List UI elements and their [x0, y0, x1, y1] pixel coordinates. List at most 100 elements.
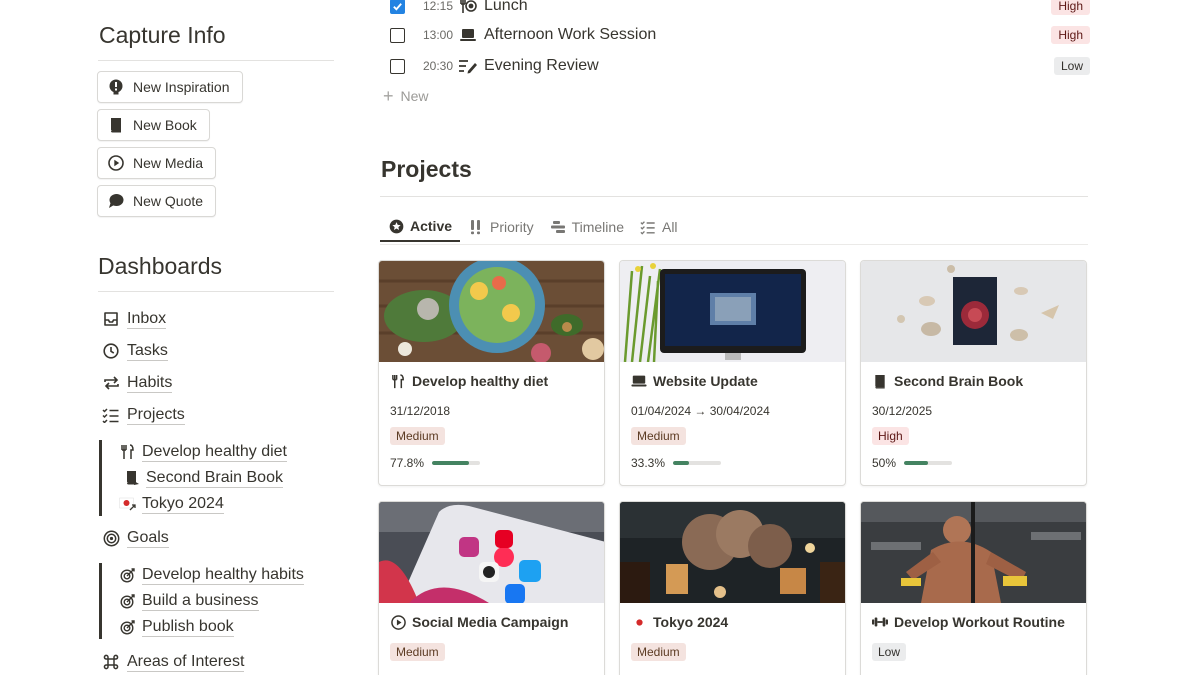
progress-label: 77.8% — [390, 456, 425, 470]
task-time: 13:00 — [423, 28, 454, 42]
new-inspiration-button[interactable]: New Inspiration — [97, 71, 243, 103]
divider — [380, 244, 1088, 245]
priority-badge: Low — [1053, 57, 1090, 75]
speech-bubble-icon — [108, 193, 124, 209]
sublink-build-a-business[interactable]: Build a business — [119, 590, 259, 612]
button-label: New Media — [133, 155, 204, 171]
sublink-tokyo-2024[interactable]: Tokyo 2024 — [119, 493, 224, 515]
sublink-label: Develop healthy diet — [142, 443, 287, 462]
priority-badge: Medium — [631, 427, 686, 445]
japan-flag-icon — [119, 495, 137, 513]
sublink-second-brain-book[interactable]: Second Brain Book — [123, 467, 283, 489]
new-media-button[interactable]: New Media — [97, 147, 217, 179]
project-card-website-update[interactable]: Website Update 01/04/2024 → 30/04/2024 M… — [619, 260, 846, 486]
priority-badge: High — [1051, 26, 1090, 44]
card-date: 31/12/2018 — [390, 404, 451, 418]
card-title: Website Update — [631, 373, 758, 389]
card-title: Develop healthy diet — [390, 373, 548, 389]
project-card-second-brain-book[interactable]: Second Brain Book 30/12/2025 High 50% — [860, 260, 1087, 486]
card-date: 01/04/2024 → 30/04/2024 — [631, 404, 770, 418]
dashboard-link-areas-of-interest[interactable]: Areas of Interest — [102, 651, 245, 673]
card-title-text: Develop Workout Routine — [894, 614, 1065, 630]
command-icon — [102, 653, 120, 671]
book-shells-cover — [861, 261, 1086, 362]
new-quote-button[interactable]: New Quote — [97, 185, 217, 217]
dashboard-link-label: Projects — [127, 406, 185, 425]
task-time: 12:15 — [423, 0, 454, 13]
priority-badge: Medium — [390, 427, 445, 445]
tab-all[interactable]: All — [632, 212, 686, 242]
play-icon — [108, 155, 124, 171]
project-card-tokyo-2024[interactable]: Tokyo 2024 Medium — [619, 501, 846, 675]
progress-bar — [904, 461, 953, 465]
project-card-develop-workout-routine[interactable]: Develop Workout Routine Low — [860, 501, 1087, 675]
task-checkbox[interactable] — [390, 0, 405, 14]
gym-cover — [861, 502, 1086, 603]
tab-label: Timeline — [571, 219, 624, 235]
dashboard-link-label: Goals — [127, 529, 169, 548]
sublink-label: Publish book — [142, 618, 234, 637]
card-title-text: Tokyo 2024 — [653, 614, 729, 630]
task-name[interactable]: Lunch — [484, 0, 528, 15]
utensils-icon — [119, 443, 137, 461]
goal-arrow-icon — [119, 566, 137, 584]
projects-sublist: Develop healthy diet Second Brain Book T… — [99, 440, 287, 516]
dashboard-link-label: Habits — [127, 374, 173, 393]
utensils-icon — [390, 373, 406, 389]
tab-timeline[interactable]: Timeline — [542, 212, 632, 242]
sublink-develop-healthy-diet[interactable]: Develop healthy diet — [119, 441, 287, 463]
tab-label: All — [661, 219, 678, 235]
card-title: Develop Workout Routine — [872, 614, 1065, 630]
progress-label: 33.3% — [631, 456, 666, 470]
dashboard-link-tasks[interactable]: Tasks — [102, 340, 168, 362]
inbox-icon — [102, 310, 120, 328]
tab-label: Priority — [490, 219, 534, 235]
tokyo-street-cover — [620, 502, 845, 603]
new-task-button[interactable]: + New — [383, 87, 429, 105]
dashboard-link-habits[interactable]: Habits — [102, 372, 173, 394]
new-label: New — [400, 88, 429, 104]
task-checkbox[interactable] — [390, 27, 405, 43]
sublink-develop-healthy-habits[interactable]: Develop healthy habits — [119, 564, 304, 586]
dashboard-link-label: Inbox — [127, 310, 167, 329]
dashboards-heading: Dashboards — [98, 253, 223, 279]
dashboard-link-goals[interactable]: Goals — [102, 527, 169, 549]
divider — [380, 196, 1088, 197]
dumbbell-icon — [872, 614, 888, 630]
imac-cover — [620, 261, 845, 362]
task-name[interactable]: Afternoon Work Session — [484, 26, 656, 44]
card-title-text: Social Media Campaign — [412, 614, 569, 630]
progress: 50% — [872, 456, 953, 470]
progress: 33.3% — [631, 456, 722, 470]
priority-badge: High — [872, 427, 909, 445]
task-name[interactable]: Evening Review — [484, 57, 599, 75]
priority-badge: High — [1051, 0, 1090, 15]
task-row[interactable]: 13:00 Afternoon Work Session High — [390, 23, 1090, 47]
dashboard-link-projects[interactable]: Projects — [102, 404, 185, 426]
project-card-develop-healthy-diet[interactable]: Develop healthy diet 31/12/2018 Medium 7… — [378, 260, 605, 486]
progress-fill — [904, 461, 929, 465]
new-book-button[interactable]: New Book — [97, 109, 210, 141]
tab-active[interactable]: Active — [380, 212, 461, 242]
project-card-social-media-campaign[interactable]: Social Media Campaign Medium — [378, 501, 605, 675]
card-title: Social Media Campaign — [390, 614, 568, 630]
target-icon — [102, 529, 120, 547]
tab-priority[interactable]: Priority — [460, 212, 542, 242]
sublink-publish-book[interactable]: Publish book — [119, 616, 234, 638]
star-circle-icon — [388, 218, 404, 234]
task-row[interactable]: 20:30 Evening Review Low — [390, 54, 1090, 78]
book-icon — [872, 373, 888, 389]
lightbulb-icon — [108, 79, 124, 95]
card-title-text: Develop healthy diet — [412, 373, 549, 389]
task-checkbox[interactable] — [390, 58, 405, 74]
card-title: Second Brain Book — [872, 373, 1023, 389]
progress-bar — [673, 461, 722, 465]
priority-badge: Medium — [390, 643, 445, 661]
progress-bar — [432, 461, 481, 465]
dashboard-link-label: Areas of Interest — [127, 653, 245, 672]
goal-arrow-icon — [119, 618, 137, 636]
dashboard-link-inbox[interactable]: Inbox — [102, 308, 167, 330]
task-row[interactable]: 12:15 Lunch High — [390, 0, 1090, 18]
divider — [98, 291, 334, 292]
progress: 77.8% — [390, 456, 481, 470]
